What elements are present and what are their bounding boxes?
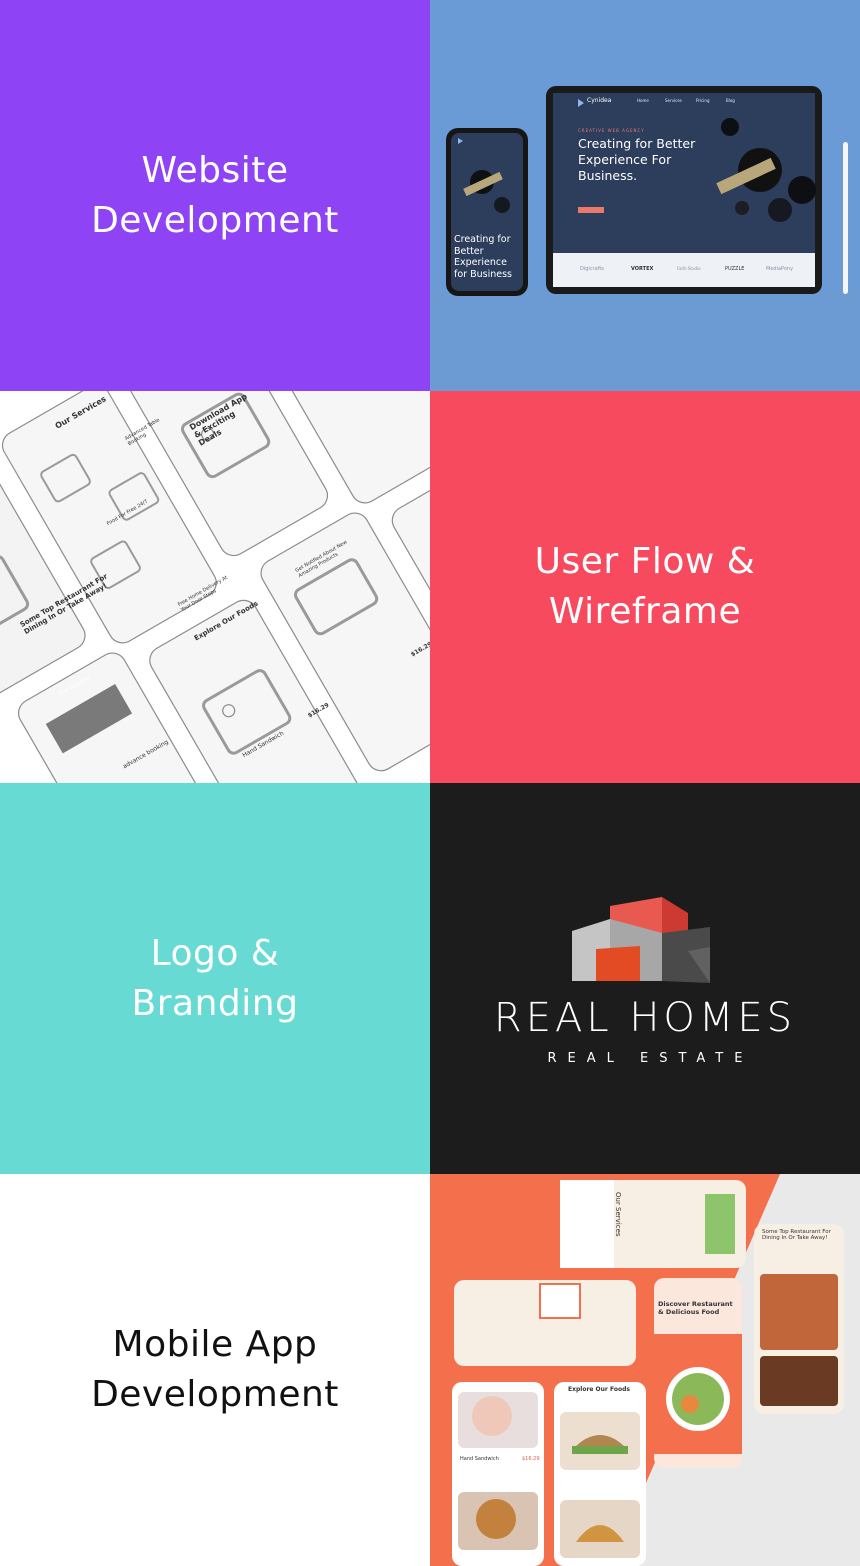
app-hand-sandwich: Hand Sandwich: [460, 1456, 499, 1462]
real-homes-house-icon: [572, 897, 710, 983]
logo-branding-tile[interactable]: Logo & Branding: [0, 783, 430, 1174]
app-discover: Discover Restaurant & Delicious Food: [658, 1300, 733, 1316]
service-title-wireframe: User Flow & Wireframe: [534, 541, 756, 632]
app-some-top: Some Top Restaurant For Dining In Or Tak…: [762, 1229, 831, 1241]
website-development-tile[interactable]: Website Development: [0, 0, 430, 391]
partner-5: MediaPony: [766, 266, 794, 272]
brand-name: REAL HOMES: [493, 995, 797, 1041]
partner-2: VORTEX: [631, 266, 654, 272]
service-title-website: Website Development: [91, 149, 339, 241]
ipad-brand: Cynidea: [587, 97, 612, 104]
website-mockup-image: Cynidea Home Services Pricing Blog CREAT…: [430, 0, 860, 391]
partner-4: PUZZLE: [725, 266, 745, 272]
mobile-app-development-tile[interactable]: Mobile App Development: [0, 1174, 430, 1566]
app-explore: Explore Our Foods: [568, 1386, 630, 1393]
service-title-mobile: Mobile App Development: [91, 1324, 339, 1415]
partner-3: Faith Studio: [677, 266, 701, 271]
brand-tagline: REAL ESTATE: [547, 1051, 754, 1066]
ipad-eyebrow: CREATIVE WEB AGENCY: [578, 128, 645, 133]
services-grid: Website Development Cynidea Home Service…: [0, 0, 860, 1566]
website-device-illustration: [430, 86, 860, 391]
mobile-app-mockup-image: Our Services Discover Restaurant & Delic…: [430, 1174, 860, 1566]
ipad-nav-home: Home: [637, 98, 649, 103]
ipad-nav-blog: Blog: [726, 98, 735, 103]
app-our-services: Our Services: [614, 1192, 622, 1237]
app-price: $16.29: [522, 1456, 540, 1462]
ipad-nav-services: Services: [665, 98, 682, 103]
service-title-logo: Logo & Branding: [131, 932, 299, 1024]
partner-1: Digicrafts: [580, 266, 604, 272]
ipad-headline: Creating for Better Experience For Busin…: [578, 136, 696, 183]
user-flow-wireframe-tile[interactable]: User Flow & Wireframe: [430, 391, 860, 783]
real-homes-logo-image: REAL HOMES REAL ESTATE: [430, 783, 860, 1174]
phone-headline: Creating for Better Experience for Busin…: [454, 234, 512, 280]
ipad-nav-pricing: Pricing: [696, 98, 710, 103]
wireframe-mockup-image: Our Services Download App & Exciting Dea…: [0, 391, 430, 783]
